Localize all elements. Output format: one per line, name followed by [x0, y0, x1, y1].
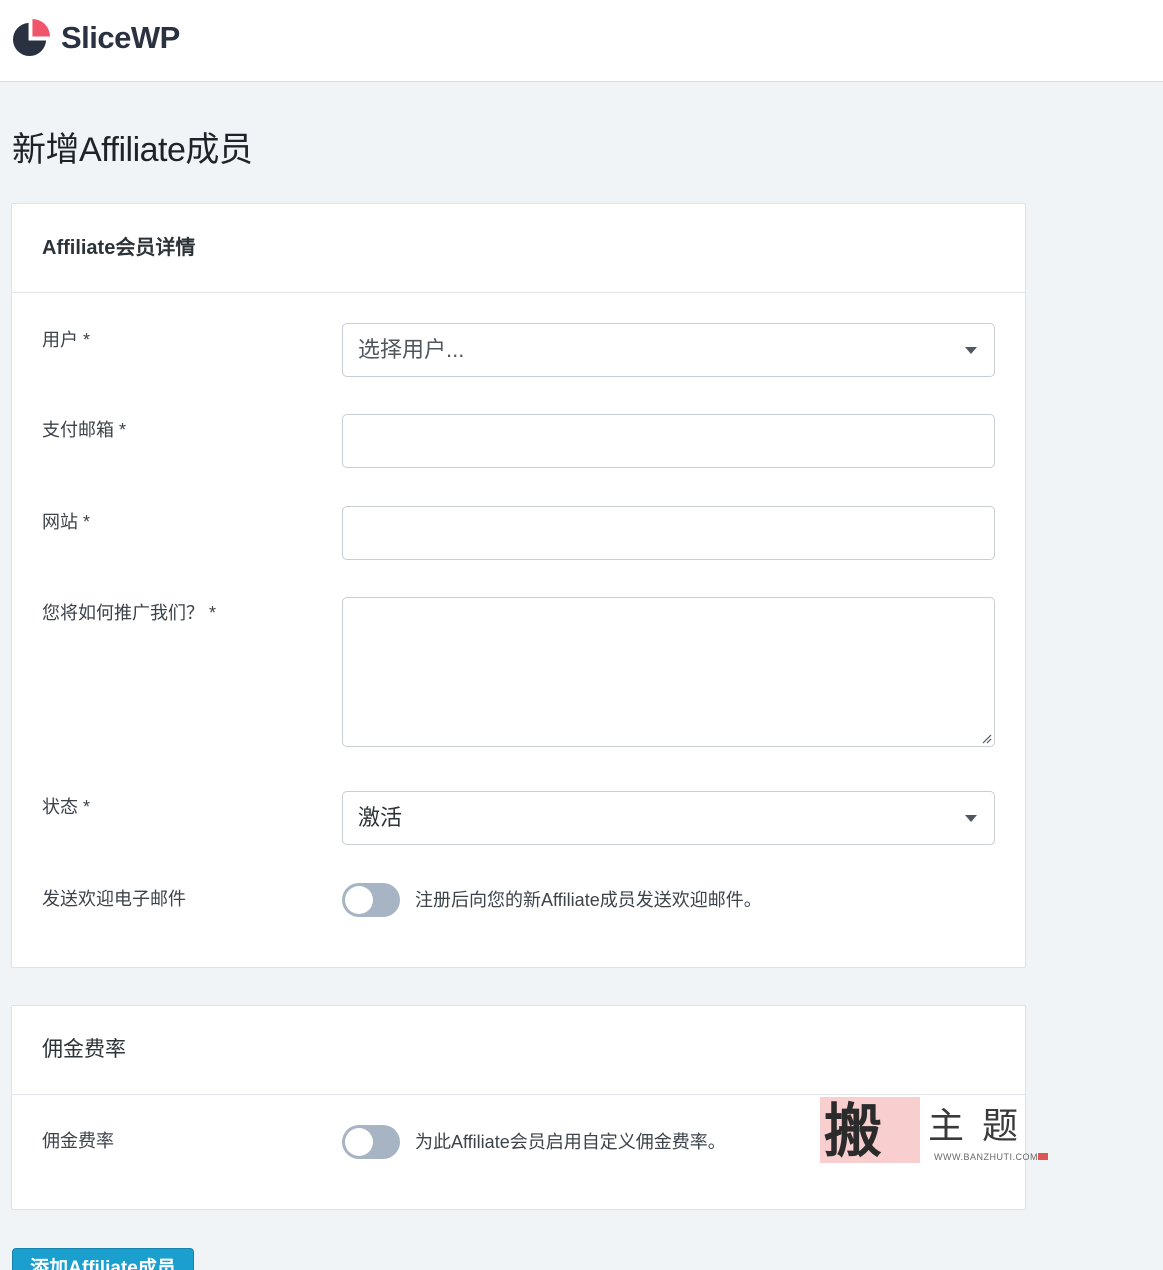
website-label: 网站 *: [42, 512, 91, 532]
watermark: 搬 主题 WWW.BANZHUTI.COM: [820, 1097, 1050, 1165]
watermark-mark: [1038, 1153, 1048, 1160]
resize-handle-icon[interactable]: [980, 732, 992, 744]
status-select[interactable]: 激活: [342, 791, 995, 845]
status-label: 状态 *: [42, 797, 91, 817]
watermark-title: 主题: [928, 1106, 1037, 1147]
toggle-knob: [345, 886, 373, 914]
chevron-down-icon: [965, 815, 977, 822]
user-select[interactable]: 选择用户...: [342, 323, 995, 377]
card-header: 佣金费率: [12, 1006, 1025, 1095]
promotion-textarea[interactable]: [342, 597, 995, 747]
watermark-char: 搬: [824, 1097, 883, 1165]
top-bar: SliceWP: [0, 0, 1163, 82]
user-select-placeholder: 选择用户...: [358, 337, 465, 362]
page-title: 新增Affiliate成员: [12, 131, 253, 169]
toggle-knob: [345, 1128, 373, 1156]
payment-email-label: 支付邮箱 *: [42, 420, 127, 440]
brand-logo[interactable]: SliceWP: [11, 18, 180, 58]
card-title: 佣金费率: [42, 1038, 126, 1061]
welcome-email-label: 发送欢迎电子邮件: [42, 889, 186, 909]
chevron-down-icon: [965, 347, 977, 354]
user-label: 用户 *: [42, 330, 91, 350]
card-title: Affiliate会员详情: [42, 237, 196, 259]
welcome-email-toggle[interactable]: [342, 883, 400, 917]
welcome-email-description: 注册后向您的新Affiliate成员发送欢迎邮件。: [415, 890, 762, 910]
affiliate-details-card: Affiliate会员详情 用户 * 选择用户... 支付邮箱 * 网站 * 您…: [11, 203, 1026, 968]
add-affiliate-button[interactable]: 添加Affiliate成员: [12, 1248, 194, 1270]
payment-email-field[interactable]: [342, 414, 995, 468]
commission-rate-description: 为此Affiliate会员启用自定义佣金费率。: [415, 1132, 726, 1152]
card-header: Affiliate会员详情: [12, 204, 1025, 293]
website-field[interactable]: [342, 506, 995, 560]
commission-rate-label: 佣金费率: [42, 1131, 114, 1151]
status-select-value: 激活: [358, 805, 403, 830]
watermark-url: WWW.BANZHUTI.COM: [934, 1152, 1038, 1162]
brand-name: SliceWP: [61, 20, 180, 55]
promotion-label: 您将如何推广我们？ *: [42, 603, 217, 623]
commission-rate-toggle[interactable]: [342, 1125, 400, 1159]
pie-logo-icon: [12, 18, 50, 56]
